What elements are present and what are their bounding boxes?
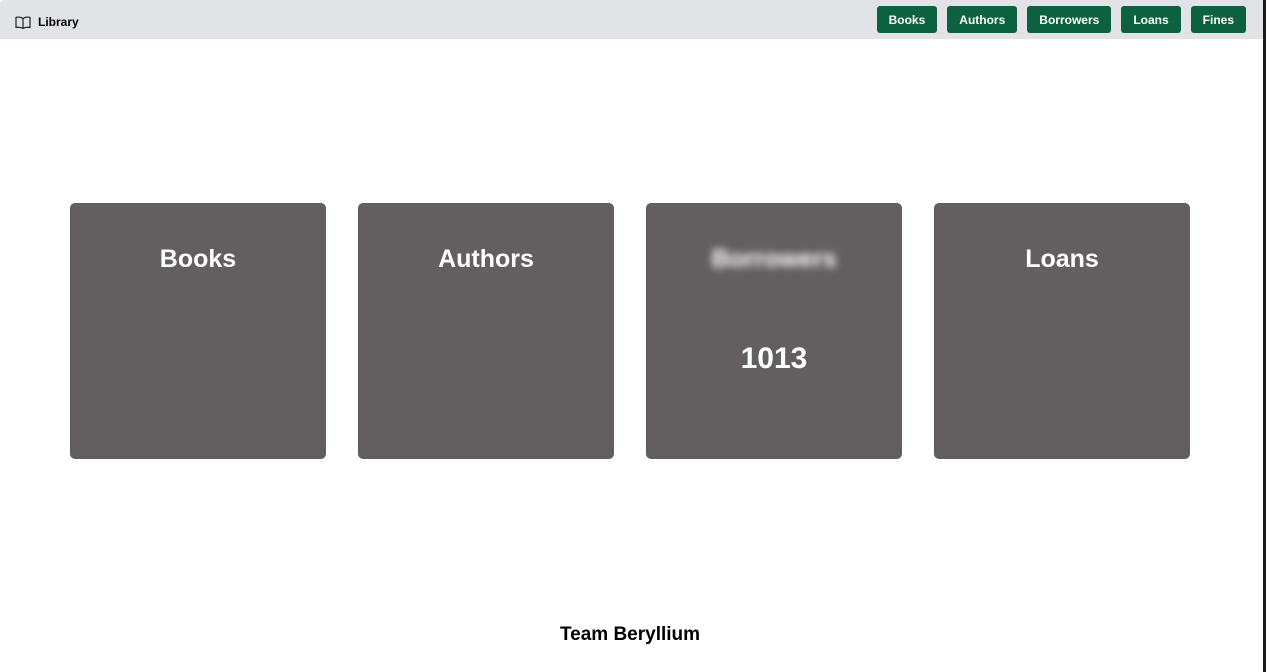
brand-title: Library (38, 15, 79, 29)
borrowers-card-title: Borrowers (711, 245, 837, 273)
dashboard-cards: Books Authors Borrowers 1013 Loans (70, 203, 1190, 459)
loans-card[interactable]: Loans (934, 203, 1190, 459)
authors-card[interactable]: Authors (358, 203, 614, 459)
nav-borrowers-button[interactable]: Borrowers (1027, 6, 1112, 33)
top-navbar: Library Books Authors Borrowers Loans Fi… (0, 0, 1263, 39)
borrowers-card[interactable]: Borrowers 1013 (646, 203, 902, 459)
open-book-icon (15, 15, 31, 29)
loans-card-title: Loans (1025, 245, 1099, 273)
nav-fines-button[interactable]: Fines (1190, 6, 1246, 33)
nav-authors-button[interactable]: Authors (947, 6, 1018, 33)
nav-books-button[interactable]: Books (876, 6, 938, 33)
footer-team-name: Team Beryllium (559, 624, 701, 645)
borrowers-card-count: 1013 (740, 342, 808, 375)
nav-loans-button[interactable]: Loans (1121, 6, 1181, 33)
authors-card-title: Authors (438, 245, 534, 273)
books-card[interactable]: Books (70, 203, 326, 459)
books-card-title: Books (159, 245, 237, 273)
brand[interactable]: Library (15, 14, 79, 30)
nav-buttons: Books Authors Borrowers Loans Fines (876, 6, 1246, 33)
